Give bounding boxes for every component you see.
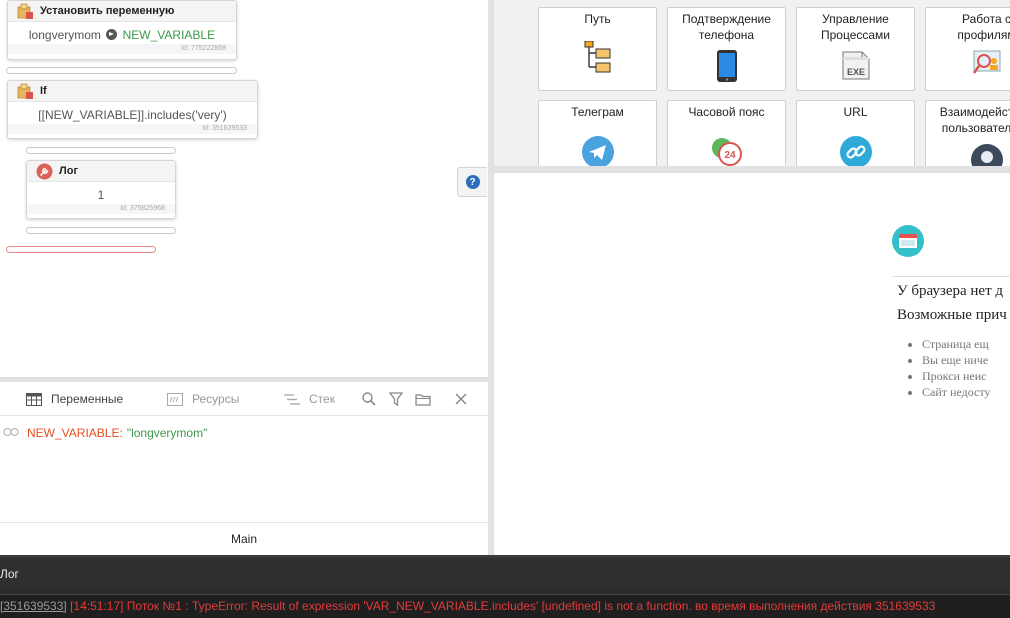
- svg-text:EXE: EXE: [846, 67, 864, 77]
- action-node-set-variable[interactable]: Установить переменную longverymom NEW_VA…: [7, 0, 237, 60]
- node-title: Лог: [59, 165, 79, 177]
- log-panel: Лог [351639533] [14:51:17] Поток №1 : Ty…: [0, 555, 1010, 618]
- tile-label: Путь: [584, 12, 611, 26]
- horizontal-splitter-right[interactable]: [494, 166, 1010, 173]
- node-id: Id: 775222858: [8, 44, 236, 54]
- log-action-link[interactable]: [351639533]: [0, 599, 67, 613]
- folder-tree-icon: [539, 41, 656, 75]
- node-id: Id: 375825968: [27, 204, 175, 214]
- search-icon[interactable]: [361, 391, 377, 407]
- tab-label: Переменные: [51, 392, 124, 406]
- list-item: Вы еще ниче: [922, 352, 990, 368]
- tile-label: Работа с профилям: [957, 12, 1010, 42]
- action-tile-telegram[interactable]: Телеграм: [538, 100, 657, 166]
- error-reasons-list: Страница ещ Вы еще ниче Прокси неис Сайт…: [922, 336, 990, 400]
- help-button[interactable]: ?: [457, 167, 487, 197]
- close-icon[interactable]: [453, 391, 469, 407]
- node-value: longverymom NEW_VARIABLE: [8, 22, 236, 44]
- action-tile-profiles[interactable]: Работа с профилям: [925, 7, 1010, 91]
- wrench-icon: [36, 163, 53, 179]
- node-value: [[NEW_VARIABLE]].includes('very'): [38, 108, 227, 122]
- browser-pane[interactable]: У браузера нет д Возможные прич Страница…: [494, 173, 1010, 555]
- tile-label: Подтверждение телефона: [682, 12, 771, 42]
- folder-icon[interactable]: [415, 391, 431, 407]
- action-tile-process-management[interactable]: Управление Процессами EXE: [796, 7, 915, 91]
- resources-icon: [167, 392, 183, 406]
- node-title: If: [40, 85, 47, 97]
- arrow-right-icon: [106, 29, 118, 40]
- node-value: 1: [97, 188, 105, 202]
- profile-search-icon: [926, 49, 1010, 79]
- variable-row[interactable]: NEW_VARIABLE: "longverymom": [3, 426, 207, 440]
- variable-name: NEW_VARIABLE:: [27, 426, 123, 440]
- smartphone-icon: [668, 49, 785, 83]
- tab-variables[interactable]: Переменные: [26, 392, 123, 406]
- action-tile-url[interactable]: URL: [796, 100, 915, 166]
- script-canvas[interactable]: Установить переменную longverymom NEW_VA…: [0, 0, 488, 377]
- tab-label: Ресурсы: [192, 392, 240, 406]
- stack-icon: [284, 393, 300, 406]
- thread-label: Main: [230, 532, 257, 546]
- tile-label: Взаимодейст пользовател: [939, 105, 1010, 135]
- exe-file-icon: EXE: [797, 49, 914, 81]
- user-icon: [926, 143, 1010, 166]
- help-icon: ?: [465, 175, 480, 189]
- actions-grid: Путь Подтверждение телефона Управление П…: [494, 0, 1010, 166]
- variable-name: NEW_VARIABLE: [122, 28, 216, 42]
- tile-label: URL: [843, 105, 868, 119]
- node-connector[interactable]: [26, 147, 176, 154]
- link-icon: [3, 426, 19, 440]
- log-header[interactable]: Лог: [0, 555, 1010, 590]
- node-header: If: [8, 81, 257, 102]
- variables-panel: Переменные Ресурсы Стек NEW_VARIABLE: "l…: [0, 382, 488, 555]
- action-node-if[interactable]: If [[NEW_VARIABLE]].includes('very') Id:…: [7, 80, 258, 139]
- list-item: Страница ещ: [922, 336, 990, 352]
- error-heading: У браузера нет д: [897, 283, 1004, 299]
- tab-label: Стек: [309, 392, 335, 406]
- tab-stack[interactable]: Стек: [284, 392, 335, 406]
- thread-tab-main[interactable]: Main: [0, 522, 488, 555]
- panel-tabs: Переменные Ресурсы Стек: [0, 382, 488, 416]
- tile-label: Телеграм: [571, 105, 624, 119]
- error-subheading: Возможные прич: [897, 307, 1007, 323]
- node-title: Установить переменную: [40, 5, 175, 17]
- filter-icon[interactable]: [388, 391, 404, 407]
- list-item: Сайт недосту: [922, 384, 990, 400]
- node-header: Установить переменную: [8, 1, 236, 22]
- node-id: Id: 351639533: [8, 124, 257, 134]
- set-variable-icon: [17, 3, 33, 19]
- table-icon: [26, 392, 42, 406]
- action-tile-path[interactable]: Путь: [538, 7, 657, 91]
- if-icon: [17, 83, 33, 99]
- action-tile-user-interaction[interactable]: Взаимодейст пользовател: [925, 100, 1010, 166]
- telegram-icon: [539, 135, 656, 166]
- action-tile-timezone[interactable]: Часовой пояс 24: [667, 100, 786, 166]
- node-connector[interactable]: [26, 227, 176, 234]
- list-item: Прокси неис: [922, 368, 990, 384]
- svg-text:24: 24: [724, 150, 736, 161]
- log-title: Лог: [0, 567, 19, 581]
- tile-label: Управление Процессами: [820, 12, 890, 42]
- link-icon: [797, 135, 914, 166]
- action-tile-phone-verification[interactable]: Подтверждение телефона: [667, 7, 786, 91]
- divider: [892, 276, 1010, 277]
- tile-label: Часовой пояс: [688, 105, 765, 119]
- timezone-24-icon: 24: [668, 135, 785, 166]
- tab-resources[interactable]: Ресурсы: [167, 392, 239, 406]
- browser-window-icon: [892, 225, 924, 257]
- node-header: Лог: [27, 161, 175, 182]
- error-connector[interactable]: [6, 246, 156, 253]
- variable-value: "longverymom": [126, 426, 208, 440]
- node-connector[interactable]: [6, 67, 237, 74]
- value-text: longverymom: [28, 28, 101, 42]
- app-window: Установить переменную longverymom NEW_VA…: [0, 0, 1010, 618]
- log-entry[interactable]: [351639533] [14:51:17] Поток №1 : TypeEr…: [0, 594, 1010, 618]
- action-node-log[interactable]: Лог 1 Id: 375825968: [26, 160, 176, 219]
- log-message: [14:51:17] Поток №1 : TypeError: Result …: [66, 599, 936, 613]
